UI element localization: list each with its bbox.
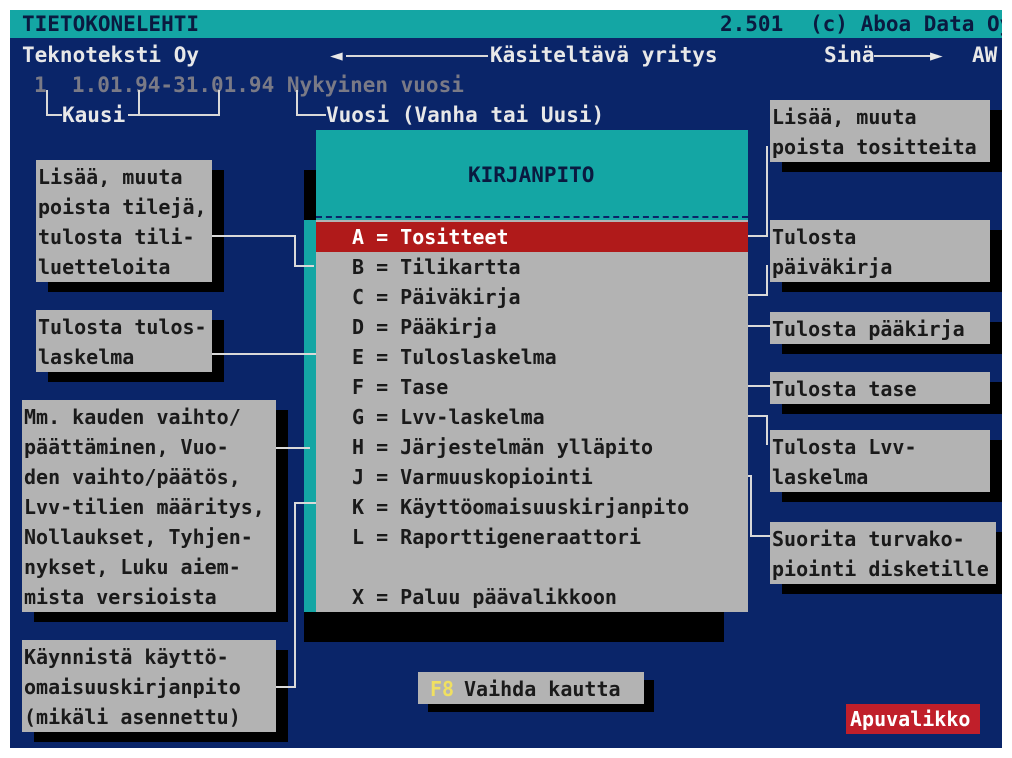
connector-accounts-h: [212, 235, 294, 237]
menu-item-label: K = Käyttöomaisuuskirjanpito: [352, 495, 690, 519]
company-arrow-line: [346, 55, 488, 57]
connector-fixed-assets-h2: [276, 686, 296, 688]
arrow-left-icon: ◄: [330, 43, 343, 67]
hint-box-vat: Tulosta Lvv- laskelma: [770, 430, 990, 492]
user-arrow-line: [874, 55, 934, 57]
menu-item-label: L = Raporttigeneraattori: [352, 525, 641, 549]
kausi-bracket-bottom-r: [128, 114, 220, 116]
connector-journal-v: [766, 265, 768, 295]
menu-item-label: D = Pääkirja: [352, 315, 497, 339]
help-menu-button[interactable]: Apuvalikko: [846, 704, 980, 734]
menu-item-label: G = Lvv-laskelma: [352, 405, 545, 429]
menu-title: KIRJANPITO: [468, 163, 595, 187]
company-label: Käsiteltävä yritys: [490, 43, 718, 67]
connector-fixed-assets-h: [294, 502, 316, 504]
connector-accounts-v: [294, 235, 296, 265]
connector-maintenance: [276, 447, 310, 449]
hint-box-accounts: Lisää, muuta poista tilejä, tulosta tili…: [36, 160, 212, 282]
hint-maintenance-text: Mm. kauden vaihto/ päättäminen, Vuo- den…: [24, 405, 265, 609]
hint-journal-text: Tulosta päiväkirja: [772, 225, 893, 279]
menu-item-10[interactable]: L = Raporttigeneraattori: [316, 522, 748, 552]
menu-item-exit-label: X = Paluu päävalikkoon: [352, 585, 617, 609]
hint-ledger-text: Tulosta pääkirja: [772, 317, 965, 341]
menu-item-label: A = Tositteet: [352, 225, 509, 249]
period-label: Kausi: [62, 103, 126, 127]
hint-box-journal: Tulosta päiväkirja: [770, 220, 990, 282]
hint-box-backup: Suorita turvako- piointi disketille: [770, 522, 996, 584]
year-label: Vuosi (Vanha tai Uusi): [326, 103, 605, 127]
menu-item-3[interactable]: D = Pääkirja: [316, 312, 748, 342]
kausi-bracket-left: [46, 90, 48, 116]
connector-ledger: [748, 325, 770, 327]
connector-income: [212, 353, 316, 355]
menu-item-9[interactable]: K = Käyttöomaisuuskirjanpito: [316, 492, 748, 522]
help-menu-label: Apuvalikko: [850, 707, 971, 731]
hint-fixed-assets-text: Käynnistä käyttö- omaisuuskirjanpito (mi…: [24, 645, 241, 729]
change-period-label: Vaihda kautta: [464, 677, 621, 701]
hint-box-fixed-assets: Käynnistä käyttö- omaisuuskirjanpito (mi…: [22, 640, 276, 732]
change-period-button[interactable]: F8 Vaihda kautta: [418, 672, 644, 704]
menu-header-divider: [316, 216, 748, 218]
connector-accounts-h2: [294, 265, 314, 267]
copyright-text: (c) Aboa Data Oy: [810, 12, 1002, 36]
hint-box-ledger: Tulosta pääkirja: [770, 312, 990, 344]
menu-item-6[interactable]: G = Lvv-laskelma: [316, 402, 748, 432]
connector-balance: [748, 385, 770, 387]
hint-box-maintenance: Mm. kauden vaihto/ päättäminen, Vuo- den…: [22, 400, 276, 612]
version-number: 2.501: [720, 12, 784, 36]
menu-item-7[interactable]: H = Järjestelmän ylläpito: [316, 432, 748, 462]
hint-balance-text: Tulosta tase: [772, 377, 917, 401]
menu-item-label: E = Tuloslaskelma: [352, 345, 557, 369]
menu-item-0[interactable]: A = Tositteet: [316, 222, 748, 252]
hint-income-text: Tulosta tulos- laskelma: [38, 315, 207, 369]
menu-item-label: H = Järjestelmän ylläpito: [352, 435, 654, 459]
kausi-bracket-right: [218, 90, 220, 116]
hint-box-balance: Tulosta tase: [770, 372, 990, 404]
menu-item-label: C = Päiväkirja: [352, 285, 521, 309]
connector-vat-v: [766, 415, 768, 445]
hint-accounts-text: Lisää, muuta poista tilejä, tulosta tili…: [38, 165, 207, 279]
dos-screen: TIETOKONELEHTI 2.501 (c) Aboa Data Oy Te…: [10, 10, 1002, 748]
menu-item-8[interactable]: J = Varmuuskopiointi: [316, 462, 748, 492]
period-info[interactable]: 1 1.01.94-31.01.94 Nykyinen vuosi: [34, 70, 464, 100]
menu-item-exit[interactable]: X = Paluu päävalikkoon: [316, 582, 748, 612]
connector-journal-h: [748, 294, 768, 296]
menu-item-5[interactable]: F = Tase: [316, 372, 748, 402]
menu-item-4[interactable]: E = Tuloslaskelma: [316, 342, 748, 372]
user-initials[interactable]: AW: [972, 40, 997, 70]
hint-vat-text: Tulosta Lvv- laskelma: [772, 435, 917, 489]
app-title: TIETOKONELEHTI: [22, 12, 200, 36]
connector-backup-h2: [750, 535, 770, 537]
hint-box-vouchers: Lisää, muuta poista tositteita: [770, 100, 990, 162]
menu-item-list: A = Tositteet B = Tilikartta C = Päiväkirj…: [316, 222, 748, 552]
hint-backup-text: Suorita turvako- piointi disketille: [772, 527, 989, 581]
arrow-right-icon: ►: [930, 43, 943, 67]
connector-vouchers-v: [766, 146, 768, 236]
menu-item-label: J = Varmuuskopiointi: [352, 465, 593, 489]
user-label: Sinä: [824, 43, 875, 67]
kausi-bracket-bottom-l: [46, 114, 62, 116]
menu-item-label: F = Tase: [352, 375, 449, 399]
f8-key: F8: [430, 677, 455, 701]
menu-left-stripe: [304, 220, 316, 612]
connector-backup-v: [750, 475, 752, 537]
hint-box-income: Tulosta tulos- laskelma: [36, 310, 212, 372]
company-name[interactable]: Teknoteksti Oy: [22, 40, 199, 70]
connector-fixed-assets-v: [294, 502, 296, 688]
connector-vouchers-h: [748, 235, 768, 237]
menu-item-1[interactable]: B = Tilikartta: [316, 252, 748, 282]
kausi-bracket-mid: [138, 90, 140, 116]
hint-vouchers-text: Lisää, muuta poista tositteita: [772, 105, 977, 159]
menu-body: A = Tositteet B = Tilikartta C = Päiväkirj…: [316, 220, 748, 612]
menu-item-2[interactable]: C = Päiväkirja: [316, 282, 748, 312]
vuosi-bracket-left: [296, 90, 298, 116]
menu-item-label: B = Tilikartta: [352, 255, 521, 279]
vuosi-bracket-bottom: [296, 114, 326, 116]
connector-vat-h: [748, 415, 768, 417]
